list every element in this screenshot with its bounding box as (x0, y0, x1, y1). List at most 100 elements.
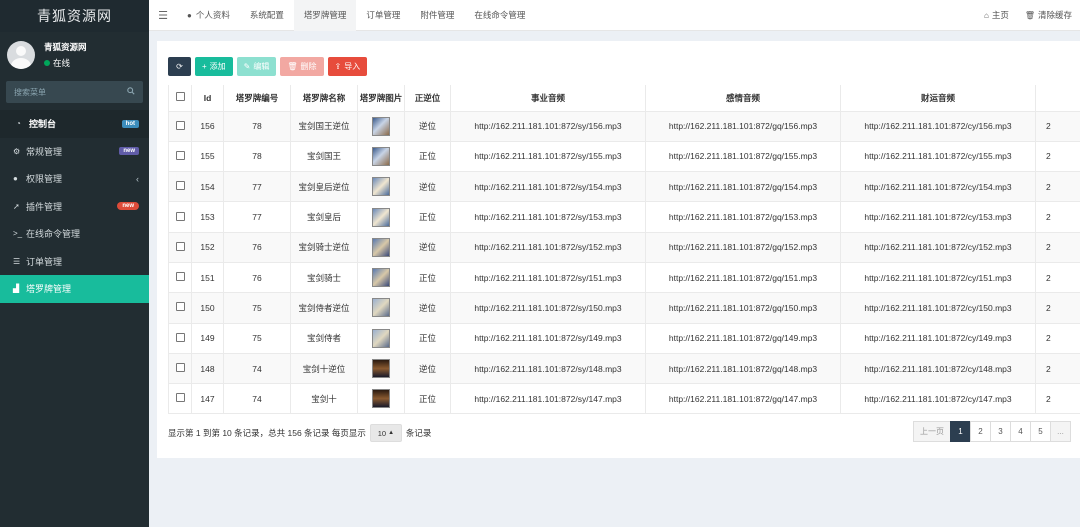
header-id[interactable]: Id (191, 85, 224, 112)
cell-position: 正位 (404, 322, 451, 354)
cell-position: 逆位 (404, 292, 451, 324)
tab-orders[interactable]: 订单管理 (356, 0, 410, 31)
cell-tarot-image[interactable] (357, 261, 405, 294)
home-link[interactable]: ⌂ 主页 (976, 9, 1017, 21)
cell-position: 正位 (404, 140, 451, 173)
table-row[interactable]: 154 77 宝剑皇后逆位 逆位 http://162.211.181.101:872/… (168, 171, 1080, 203)
tarot-card-thumbnail[interactable] (372, 298, 390, 318)
table-row[interactable]: 149 75 宝剑侍者 正位 http://162.211.181.101:872/sy… (168, 322, 1080, 354)
clear-cache-link[interactable]: 🗑 清除缓存 (1017, 9, 1080, 21)
page-size-select[interactable]: 10 ▲ (369, 424, 402, 442)
sidebar-item-tarot[interactable]: ▟ 塔罗牌管理 (0, 275, 149, 303)
header-position[interactable]: 正逆位 (404, 85, 451, 112)
add-button[interactable]: + 添加 (195, 57, 233, 76)
tarot-card-thumbnail[interactable] (372, 237, 390, 257)
cell-id: 147 (191, 383, 224, 415)
row-checkbox[interactable] (168, 352, 192, 385)
select-all-checkbox[interactable] (168, 85, 192, 112)
cell-tarot-image[interactable] (357, 292, 405, 324)
row-checkbox[interactable] (168, 292, 192, 324)
table-row[interactable]: 151 76 宝剑骑士 正位 http://162.211.181.101:872/sy… (168, 261, 1080, 294)
cell-tarot-image[interactable] (357, 352, 405, 385)
header-tarot-number[interactable]: 塔罗牌编号 (223, 85, 291, 112)
menu-search-input[interactable]: 搜索菜单 (6, 81, 143, 103)
tarot-card-thumbnail[interactable] (372, 328, 390, 348)
tarot-card-thumbnail[interactable] (372, 116, 390, 136)
tarot-card-thumbnail[interactable] (372, 268, 390, 288)
table-row[interactable]: 150 75 宝剑侍者逆位 逆位 http://162.211.181.101:872/… (168, 292, 1080, 324)
sidebar-item-general[interactable]: ⚙ 常规管理 new (0, 138, 149, 166)
cell-position: 逆位 (404, 171, 451, 203)
header-extra (1035, 85, 1080, 112)
import-button[interactable]: ⇪ 导入 (327, 57, 368, 76)
tarot-card-thumbnail[interactable] (372, 359, 390, 379)
header-career-audio[interactable]: 事业音频 (450, 85, 646, 112)
cell-tarot-image[interactable] (357, 201, 405, 233)
page-5-button[interactable]: 5 (1030, 421, 1051, 442)
cell-id: 152 (191, 231, 224, 263)
tarot-card-thumbnail[interactable] (372, 207, 390, 227)
tab-online-command[interactable]: 在线命令管理 (464, 0, 535, 31)
sidebar-item-orders[interactable]: ☰ 订单管理 (0, 248, 149, 276)
sidebar-item-permissions[interactable]: ● 权限管理 ‹ (0, 165, 149, 193)
header-love-audio[interactable]: 感情音频 (645, 85, 841, 112)
row-checkbox[interactable] (168, 140, 192, 173)
page-4-button[interactable]: 4 (1010, 421, 1031, 442)
row-checkbox[interactable] (168, 322, 192, 354)
cell-tarot-image[interactable] (357, 231, 405, 263)
sidebar-item-online-command[interactable]: >_ 在线命令管理 (0, 220, 149, 248)
cell-tarot-image[interactable] (357, 322, 405, 354)
tarot-card-thumbnail[interactable] (372, 146, 390, 166)
refresh-button[interactable]: ⟳ (168, 57, 191, 76)
tarot-card-thumbnail[interactable] (372, 389, 390, 409)
cell-tarot-number: 77 (223, 201, 291, 233)
prev-page-button[interactable]: 上一页 (913, 421, 951, 442)
sidebar-item-plugins[interactable]: ➚ 插件管理 new (0, 193, 149, 221)
tarot-card-thumbnail[interactable] (372, 177, 390, 197)
app-logo[interactable]: 青狐资源网 (0, 0, 149, 32)
row-checkbox[interactable] (168, 171, 192, 203)
cell-tarot-image[interactable] (357, 110, 405, 142)
cell-tarot-image[interactable] (357, 383, 405, 415)
table-row[interactable]: 155 78 宝剑国王 正位 http://162.211.181.101:872/sy… (168, 140, 1080, 173)
delete-button[interactable]: 🗑 删除 (280, 57, 324, 76)
page-3-button[interactable]: 3 (990, 421, 1011, 442)
page-2-button[interactable]: 2 (970, 421, 991, 442)
table-row[interactable]: 153 77 宝剑皇后 正位 http://162.211.181.101:872/sy… (168, 201, 1080, 233)
cell-tarot-name: 宝剑国王 (290, 140, 358, 173)
table-row[interactable]: 148 74 宝剑十逆位 逆位 http://162.211.181.101:872/s… (168, 352, 1080, 385)
tab-label: 系统配置 (249, 10, 284, 20)
cell-tarot-image[interactable] (357, 171, 405, 203)
header-tarot-image[interactable]: 塔罗牌图片 (357, 85, 405, 112)
hot-badge: hot (121, 119, 139, 128)
cell-tarot-name: 宝剑十逆位 (290, 352, 358, 385)
table-row[interactable]: 152 76 宝剑骑士逆位 逆位 http://162.211.181.101:872/… (168, 231, 1080, 263)
tab-tarot[interactable]: 塔罗牌管理 (293, 0, 357, 31)
row-checkbox[interactable] (168, 231, 192, 263)
cell-wealth-audio: http://162.211.181.101:872/cy/152.mp3 (840, 231, 1036, 263)
menu-toggle-icon[interactable]: ☰ (149, 9, 177, 22)
row-checkbox[interactable] (168, 201, 192, 233)
sidebar-item-dashboard[interactable]: ◔ 控制台 hot (0, 110, 149, 138)
table-row[interactable]: 147 74 宝剑十 正位 http://162.211.181.101:872/sy/… (168, 383, 1080, 415)
row-checkbox[interactable] (168, 383, 192, 415)
tab-system-config[interactable]: 系统配置 (240, 0, 294, 31)
header-tarot-name[interactable]: 塔罗牌名称 (290, 85, 358, 112)
header-wealth-audio[interactable]: 财运音频 (840, 85, 1036, 112)
online-dot-icon (44, 59, 50, 66)
search-icon[interactable] (127, 87, 135, 97)
cell-position: 正位 (404, 383, 451, 415)
tab-attachments[interactable]: 附件管理 (410, 0, 464, 31)
cell-career-audio: http://162.211.181.101:872/sy/152.mp3 (450, 231, 646, 263)
content-panel: ⟳ + 添加 ✎ 编辑 🗑 删除 ⇪ 导入 Id 塔罗牌编号 塔罗牌名称 塔罗牌图片 正… (157, 41, 1080, 458)
cell-tarot-image[interactable] (357, 140, 405, 173)
add-label: 添加 (209, 62, 226, 71)
table-row[interactable]: 156 78 宝剑国王逆位 逆位 http://162.211.181.101:872/… (168, 110, 1080, 142)
cell-position: 正位 (404, 201, 451, 233)
edit-button[interactable]: ✎ 编辑 (236, 57, 277, 76)
page-1-button[interactable]: 1 (950, 421, 971, 442)
row-checkbox[interactable] (168, 261, 192, 294)
cell-id: 151 (191, 261, 224, 294)
tab-profile[interactable]: ● 个人资料 (177, 0, 240, 31)
row-checkbox[interactable] (168, 110, 192, 142)
